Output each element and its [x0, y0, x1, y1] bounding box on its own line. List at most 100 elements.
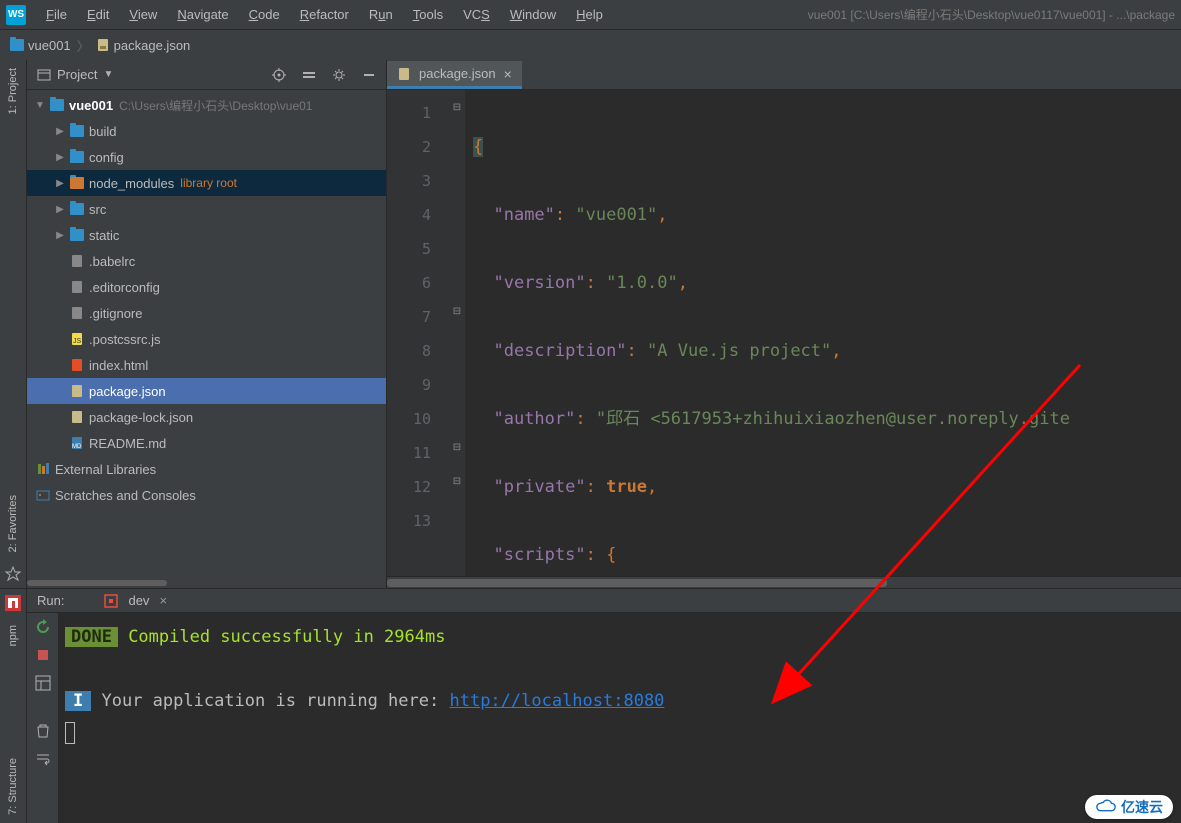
- editor-horizontal-scrollbar[interactable]: [387, 576, 1181, 588]
- breadcrumb-root[interactable]: vue001: [10, 38, 71, 53]
- project-view-icon: [37, 68, 51, 82]
- tree-row[interactable]: ▶config: [27, 144, 386, 170]
- done-badge: DONE: [65, 627, 118, 647]
- project-panel-header: Project ▼: [27, 60, 386, 90]
- window-title-path: vue001 [C:\Users\编程小石头\Desktop\vue0117\v…: [808, 6, 1175, 23]
- close-icon[interactable]: ×: [504, 66, 512, 82]
- soft-wrap-icon[interactable]: [35, 751, 51, 767]
- fold-icon[interactable]: ⊟: [451, 102, 463, 114]
- editor-area: package.json × 12345678910111213 ⊟ ⊟ ⊟ ⊟…: [387, 60, 1181, 588]
- npm-icon[interactable]: [5, 595, 21, 611]
- left-tool-gutter: 1: Project 2: Favorites: [0, 60, 27, 588]
- tree-row[interactable]: ▶node_moduleslibrary root: [27, 170, 386, 196]
- menu-vcs[interactable]: VCS: [453, 0, 500, 30]
- fold-gutter: ⊟ ⊟ ⊟ ⊟: [449, 90, 465, 576]
- folder-icon: [49, 99, 65, 111]
- tree-row[interactable]: .babelrc: [27, 248, 386, 274]
- breadcrumb-file[interactable]: package.json: [96, 38, 191, 53]
- menu-navigate[interactable]: Navigate: [167, 0, 238, 30]
- menu-code[interactable]: Code: [239, 0, 290, 30]
- gutter-project-tab[interactable]: 1: Project: [7, 60, 19, 122]
- line-number-gutter: 12345678910111213: [387, 90, 449, 576]
- svg-text:JS: JS: [73, 338, 82, 345]
- svg-text:MD: MD: [72, 444, 82, 450]
- menu-help[interactable]: Help: [566, 0, 613, 30]
- folder-icon: [10, 39, 24, 51]
- tree-row[interactable]: ▶static: [27, 222, 386, 248]
- close-icon[interactable]: ×: [159, 593, 167, 608]
- editor-body[interactable]: 12345678910111213 ⊟ ⊟ ⊟ ⊟ { "name": "vue…: [387, 90, 1181, 576]
- gear-icon[interactable]: [332, 68, 346, 82]
- console-cursor: [65, 722, 75, 744]
- editor-tab-label: package.json: [419, 66, 496, 81]
- breadcrumb-separator: 〉: [77, 36, 90, 55]
- fold-icon[interactable]: ⊟: [451, 442, 463, 454]
- run-config-name[interactable]: dev: [128, 593, 149, 608]
- main-menubar: WS File Edit View Navigate Code Refactor…: [0, 0, 1181, 30]
- menu-tools[interactable]: Tools: [403, 0, 453, 30]
- rerun-icon[interactable]: [35, 619, 51, 635]
- run-config-icon: [104, 594, 118, 608]
- run-body: DONE Compiled successfully in 2964ms I Y…: [27, 613, 1181, 823]
- running-message: Your application is running here:: [91, 691, 449, 711]
- left-tool-gutter-bottom: npm 7: Structure: [0, 589, 27, 823]
- json-file-icon: [96, 38, 110, 52]
- collapse-icon[interactable]: [302, 68, 316, 82]
- gutter-favorites-tab[interactable]: 2: Favorites: [7, 487, 19, 560]
- tree-row[interactable]: ▶build: [27, 118, 386, 144]
- tree-arrow-icon[interactable]: ▼: [33, 100, 47, 111]
- tree-row-selected[interactable]: package.json: [27, 378, 386, 404]
- gutter-npm-tab[interactable]: npm: [7, 617, 19, 654]
- tree-root-label: vue001: [69, 98, 113, 113]
- tree-row[interactable]: index.html: [27, 352, 386, 378]
- breadcrumb-file-label: package.json: [114, 38, 191, 53]
- run-panel-header: Run: dev ×: [27, 589, 1181, 613]
- fold-icon[interactable]: ⊟: [451, 306, 463, 318]
- tree-row[interactable]: MDREADME.md: [27, 430, 386, 456]
- tree-external-libs[interactable]: External Libraries: [27, 456, 386, 482]
- layout-icon[interactable]: [35, 675, 51, 691]
- run-label: Run:: [37, 593, 64, 608]
- tree-row[interactable]: .gitignore: [27, 300, 386, 326]
- tree-row[interactable]: ▶src: [27, 196, 386, 222]
- locate-icon[interactable]: [272, 68, 286, 82]
- menu-view[interactable]: View: [119, 0, 167, 30]
- menu-file[interactable]: File: [36, 0, 77, 30]
- fold-icon[interactable]: ⊟: [451, 476, 463, 488]
- tree-row[interactable]: JS.postcssrc.js: [27, 326, 386, 352]
- gutter-structure-tab[interactable]: 7: Structure: [7, 750, 19, 823]
- trash-icon[interactable]: [35, 723, 51, 739]
- bottom-tool-area: npm 7: Structure Run: dev × DONE Compile…: [0, 588, 1181, 823]
- json-file-icon: [397, 67, 411, 81]
- console-output[interactable]: DONE Compiled successfully in 2964ms I Y…: [59, 613, 1181, 823]
- minimize-icon[interactable]: [362, 68, 376, 82]
- menu-window[interactable]: Window: [500, 0, 566, 30]
- breadcrumb: vue001 〉 package.json: [0, 30, 1181, 60]
- tree-root[interactable]: ▼ vue001 C:\Users\编程小石头\Desktop\vue01: [27, 92, 386, 118]
- tree-row[interactable]: .editorconfig: [27, 274, 386, 300]
- code-content[interactable]: { "name": "vue001", "version": "1.0.0", …: [465, 90, 1181, 576]
- tree-scratches[interactable]: Scratches and Consoles: [27, 482, 386, 508]
- project-panel-title: Project: [57, 67, 97, 82]
- star-icon[interactable]: [5, 566, 21, 582]
- tree-row[interactable]: package-lock.json: [27, 404, 386, 430]
- project-tree[interactable]: ▼ vue001 C:\Users\编程小石头\Desktop\vue01 ▶b…: [27, 90, 386, 578]
- menu-run[interactable]: Run: [359, 0, 403, 30]
- editor-tabs: package.json ×: [387, 60, 1181, 90]
- webstorm-logo: WS: [6, 5, 26, 25]
- watermark-badge: 亿速云: [1085, 795, 1173, 819]
- compile-message: Compiled successfully in 2964ms: [118, 627, 446, 647]
- run-panel: Run: dev × DONE Compiled successfully in…: [27, 589, 1181, 823]
- main-area: 1: Project 2: Favorites Project ▼ ▼ vue0: [0, 60, 1181, 588]
- project-panel: Project ▼ ▼ vue001 C:\Users\编程小石头\Deskto…: [27, 60, 387, 588]
- project-tree-scrollbar[interactable]: [27, 578, 386, 588]
- menu-refactor[interactable]: Refactor: [290, 0, 359, 30]
- editor-tab[interactable]: package.json ×: [387, 61, 522, 89]
- localhost-link[interactable]: http://localhost:8080: [449, 691, 664, 711]
- stop-icon[interactable]: [35, 647, 51, 663]
- menu-edit[interactable]: Edit: [77, 0, 119, 30]
- info-badge: I: [65, 691, 91, 711]
- tree-root-path: C:\Users\编程小石头\Desktop\vue01: [119, 97, 312, 114]
- dropdown-icon[interactable]: ▼: [103, 69, 113, 80]
- watermark-text: 亿速云: [1121, 797, 1163, 817]
